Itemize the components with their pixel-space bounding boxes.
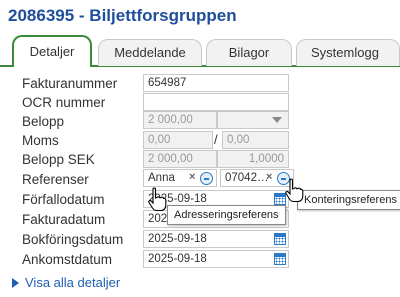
hand-cursor-icon [285,178,304,203]
hand-cursor-icon [148,187,167,212]
ocr-label: OCR nummer [22,95,106,110]
bokforingsdatum-input[interactable]: 2025-09-18 [143,230,289,248]
ankomstdatum-input[interactable]: 2025-09-18 [143,250,289,268]
moms-label: Moms [22,133,59,148]
fakturanummer-input[interactable]: 654987 [143,74,289,92]
bokforingsdatum-label: Bokföringsdatum [22,232,124,247]
tab-detaljer[interactable]: Detaljer [12,35,92,67]
belopp-sek-label: Belopp SEK [22,152,95,167]
konteringsreferens-tooltip: Konteringsreferens [297,190,400,210]
calendar-icon[interactable] [274,232,286,245]
show-all-details-label: Visa alla detaljer [25,275,121,290]
moms-percent-input[interactable]: 0,00 [222,131,289,149]
belopp-sek-input[interactable]: 2 000,00 [143,150,217,168]
adresseringsreferens-value: Anna [148,172,175,184]
belopp-label: Belopp [22,114,65,129]
ocr-input[interactable] [143,93,289,111]
adresseringsreferens-tooltip: Adresseringsreferens [167,205,286,225]
tab-bilagor[interactable]: Bilagor [206,39,292,66]
tab-bar: Detaljer Meddelande Bilagor Systemlogg [0,35,400,67]
fakturadatum-label: Fakturadatum [22,212,106,227]
fakturanummer-label: Fakturanummer [22,76,118,91]
belopp-input[interactable]: 2 000,00 [143,111,217,129]
calendar-icon[interactable] [274,252,286,265]
moms-input[interactable]: 0,00 [143,131,213,149]
tab-meddelande[interactable]: Meddelande [98,39,202,66]
remove-ref1-icon[interactable]: × [189,171,195,183]
adresseringsreferens-icon[interactable] [200,172,213,185]
show-all-details-link[interactable]: Visa alla detaljer [12,275,120,290]
tab-systemlogg[interactable]: Systemlogg [296,39,400,66]
forfallodatum-label: Förfallodatum [22,192,105,207]
triangle-right-icon [12,278,19,288]
remove-ref2-icon[interactable]: × [266,171,272,183]
page-title: 2086395 - Biljettforsgruppen [8,6,237,25]
referenser-label: Referenser [22,172,89,187]
konteringsreferens-value: 07042… [225,172,269,184]
ankomstdatum-label: Ankomstdatum [22,252,113,267]
exchange-rate-input[interactable]: 1,0000 [217,150,289,168]
chevron-down-icon [272,117,282,123]
moms-separator: / [214,132,218,147]
